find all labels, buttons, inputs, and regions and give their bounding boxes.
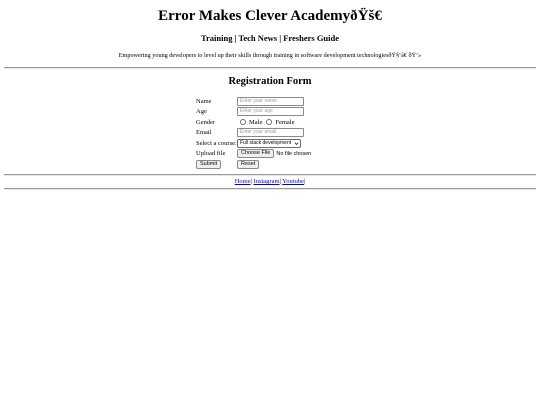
registration-form: Name Enter your name Age Enter your age … (196, 96, 356, 170)
footer-link-instagram[interactable]: Instagram (254, 178, 280, 185)
gender-female-radio[interactable] (266, 119, 273, 125)
file-status: No file chosen (276, 150, 312, 157)
footer-top-divider (4, 174, 536, 176)
page: Error Makes Clever AcademyðŸš€ Training … (0, 0, 540, 405)
site-title: Error Makes Clever AcademyðŸš€ (158, 8, 382, 24)
name-label: Name (196, 97, 212, 105)
course-select[interactable]: Full stack development (237, 138, 301, 148)
course-label: Select a course: (196, 139, 237, 147)
name-row: Name Enter your name (196, 96, 356, 107)
form-buttons-row: Submit Reset (196, 159, 356, 170)
header-divider (4, 67, 536, 69)
chevron-down-icon (294, 141, 299, 145)
file-upload: Choose File No file chosen (237, 149, 311, 158)
footer-separator: | (303, 178, 306, 185)
gender-radio-group: Male Female (237, 118, 296, 127)
footer-separator: | (279, 178, 281, 185)
email-input[interactable]: Enter your email (237, 128, 304, 137)
age-input[interactable]: Enter your age (237, 107, 304, 116)
gender-label: Gender (196, 118, 216, 126)
age-row: Age Enter your age (196, 107, 356, 118)
nav-link-freshers-guide[interactable]: Freshers Guide (283, 33, 339, 43)
nav-link-tech-news[interactable]: Tech News (238, 33, 277, 43)
reset-button[interactable]: Reset (237, 160, 260, 169)
age-label: Age (196, 108, 207, 115)
tagline: Empowering young developers to level up … (118, 52, 422, 59)
footer-separator: | (250, 178, 252, 185)
name-input[interactable]: Enter your name (237, 96, 304, 106)
gender-male-label: Male (249, 118, 263, 126)
submit-button[interactable]: Submit (196, 160, 222, 169)
upload-label: Upload file (196, 150, 226, 157)
nav-link-training[interactable]: Training (201, 33, 233, 43)
footer-link-home[interactable]: Home (235, 178, 251, 185)
form-title: Registration Form (228, 76, 312, 87)
email-label: Email (196, 129, 212, 136)
upload-row: Upload file Choose File No file chosen (196, 149, 356, 160)
choose-file-button[interactable]: Choose File (237, 149, 275, 158)
gender-row: Gender Male Female (196, 117, 356, 128)
footer-link-youtube[interactable]: Youtube (282, 178, 304, 185)
gender-female-label: Female (275, 118, 295, 126)
email-row: Email Enter your email (196, 128, 356, 139)
gender-male-radio[interactable] (240, 119, 246, 125)
course-row: Select a course: Full stack development (196, 138, 356, 149)
footer-links: Home| Instagram| Youtube| (0, 178, 540, 185)
course-select-value: Full stack development (240, 140, 292, 146)
top-nav: Training | Tech News | Freshers Guide (0, 33, 540, 43)
footer-bottom-divider (4, 188, 536, 190)
